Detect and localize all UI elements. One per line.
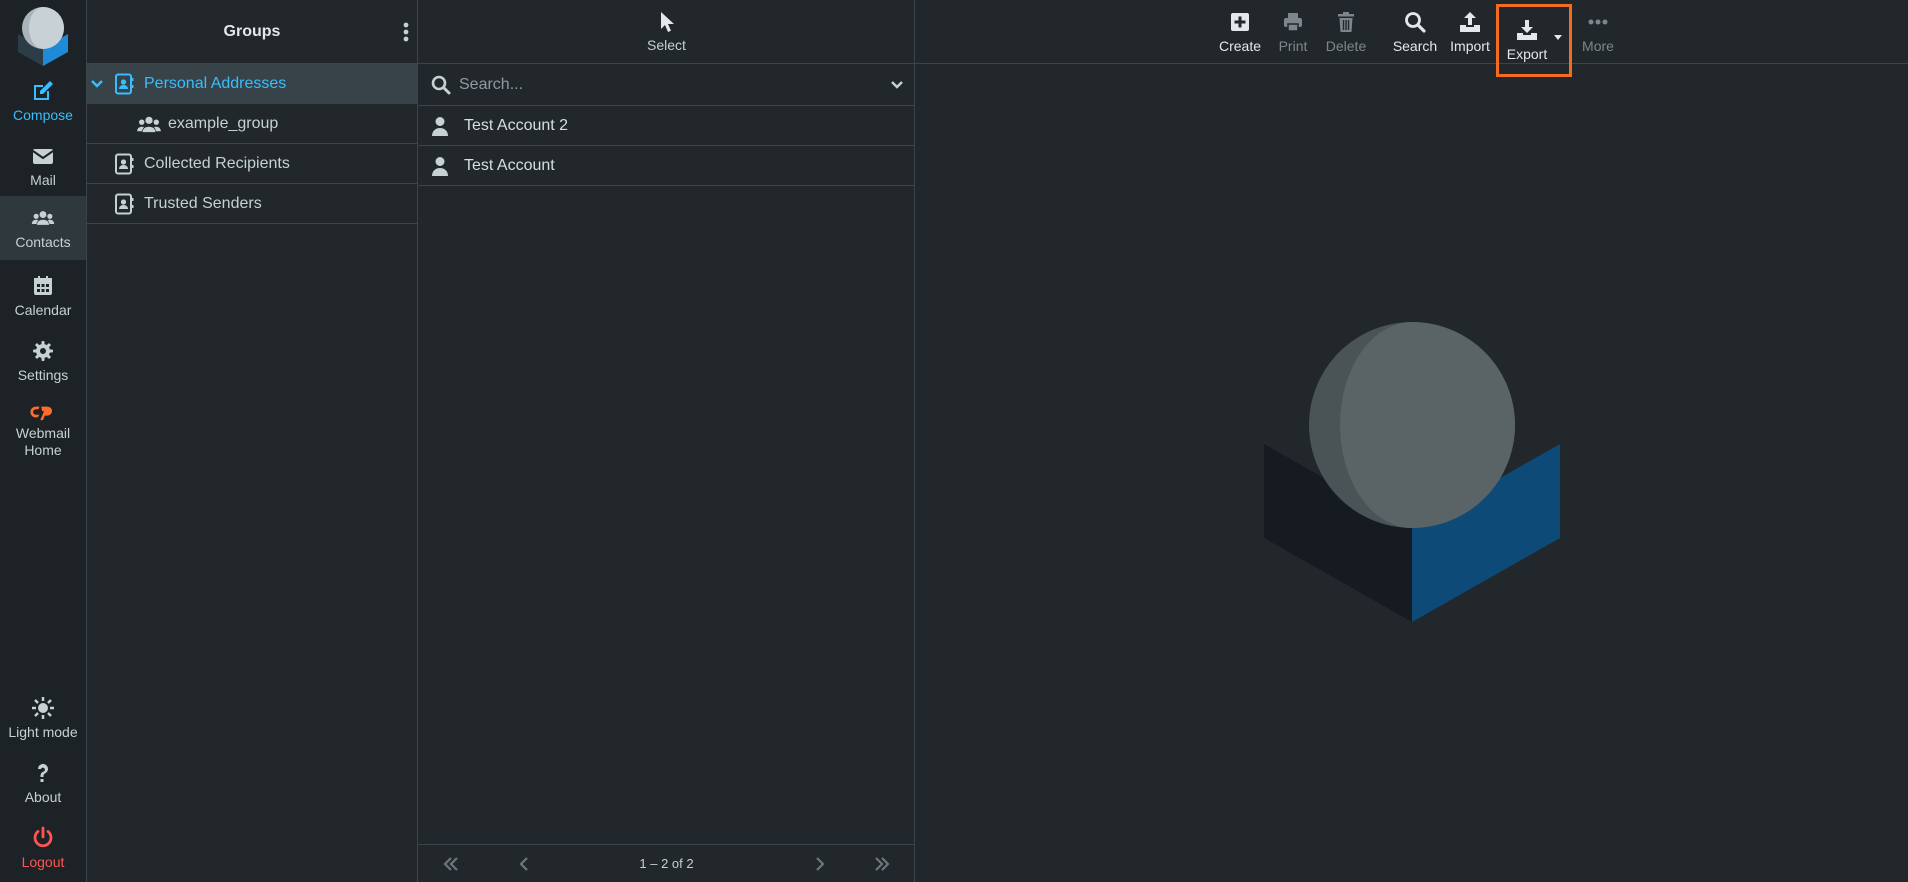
nav-light-mode[interactable]: Light mode: [0, 686, 86, 750]
search-input[interactable]: [459, 75, 889, 94]
nav-about-label: About: [24, 788, 62, 805]
select-label: Select: [647, 36, 686, 53]
person-icon: [432, 116, 448, 136]
nav-mail-label: Mail: [30, 171, 56, 188]
more-label: More: [1582, 37, 1614, 54]
address-book-icon: [115, 73, 134, 94]
prev-page-icon[interactable]: [514, 855, 534, 873]
question-icon: [37, 763, 48, 782]
nav-contacts-label: Contacts: [15, 233, 71, 250]
group-icon: [137, 116, 161, 132]
nav-contacts[interactable]: Contacts: [0, 196, 86, 260]
select-button[interactable]: Select: [418, 0, 915, 64]
nav-calendar[interactable]: Calendar: [0, 264, 86, 328]
group-label: Personal Addresses: [144, 74, 287, 92]
sun-icon: [32, 696, 54, 719]
contact-row[interactable]: Test Account: [418, 146, 915, 186]
groups-title: Groups: [223, 22, 281, 40]
power-icon: [33, 826, 53, 847]
group-collected-recipients[interactable]: Collected Recipients: [87, 144, 417, 184]
group-label: Trusted Senders: [144, 194, 262, 212]
contacts-toolbar: Create Print Delete Search Import Export…: [915, 0, 1908, 77]
search-icon: [1405, 11, 1426, 33]
nav-settings-label: Settings: [17, 366, 69, 383]
create-button[interactable]: Create: [1212, 0, 1268, 64]
search-icon: [431, 75, 451, 94]
caret-down-icon[interactable]: [1553, 33, 1563, 41]
print-label: Print: [1278, 37, 1308, 54]
group-example-group[interactable]: example_group: [87, 104, 417, 144]
import-button[interactable]: Import: [1444, 0, 1496, 64]
nav-webmail-label: Webmail Home: [15, 425, 71, 458]
roundcube-watermark: [1262, 322, 1564, 622]
upload-icon: [1460, 11, 1480, 32]
main-navigation: Compose Mail Contacts Calendar Settings …: [0, 0, 87, 882]
roundcube-logo[interactable]: [12, 4, 74, 66]
contact-content-panel: Create Print Delete Search Import Export…: [915, 0, 1908, 882]
nav-calendar-label: Calendar: [14, 301, 72, 318]
calendar-icon: [34, 275, 52, 295]
address-book-icon: [115, 153, 134, 174]
contacts-list-panel: Select Test Account 2 Test Account: [418, 0, 915, 882]
nav-webmail-home[interactable]: Webmail Home: [0, 398, 86, 464]
contact-name: Test Account 2: [464, 116, 569, 134]
plus-square-icon: [1231, 12, 1249, 31]
nav-logout-label: Logout: [21, 853, 65, 870]
group-label: Collected Recipients: [144, 154, 290, 172]
gear-icon: [33, 340, 53, 361]
nav-mail[interactable]: Mail: [0, 134, 86, 198]
next-page-icon[interactable]: [810, 855, 830, 873]
group-label: example_group: [168, 114, 279, 132]
nav-compose[interactable]: Compose: [0, 69, 86, 133]
person-icon: [432, 156, 448, 176]
ellipsis-icon: [1588, 19, 1608, 24]
delete-button[interactable]: Delete: [1318, 0, 1374, 64]
create-label: Create: [1218, 37, 1262, 54]
compose-icon: [34, 80, 53, 100]
contacts-list: Test Account 2 Test Account: [418, 106, 915, 186]
last-page-icon[interactable]: [872, 855, 892, 873]
group-personal-addresses[interactable]: Personal Addresses: [87, 64, 417, 104]
nav-about[interactable]: About: [0, 751, 86, 815]
nav-logout[interactable]: Logout: [0, 816, 86, 880]
kebab-menu-icon[interactable]: [399, 20, 413, 44]
list-pager: 1 – 2 of 2: [418, 844, 915, 882]
envelope-icon: [32, 148, 54, 164]
groups-panel: Groups Personal Addresses example_group …: [87, 0, 418, 882]
printer-icon: [1284, 12, 1302, 32]
import-label: Import: [1450, 37, 1490, 54]
chevron-down-icon[interactable]: [89, 76, 105, 92]
contact-name: Test Account: [464, 156, 555, 174]
export-button[interactable]: Export: [1496, 4, 1572, 77]
search-button[interactable]: Search: [1387, 0, 1443, 64]
download-icon: [1517, 20, 1537, 40]
nav-light-mode-label: Light mode: [8, 723, 78, 740]
delete-label: Delete: [1325, 37, 1367, 54]
nav-compose-label: Compose: [13, 106, 73, 123]
group-trusted-senders[interactable]: Trusted Senders: [87, 184, 417, 224]
cpanel-icon: [30, 406, 52, 421]
contact-row[interactable]: Test Account 2: [418, 106, 915, 146]
chevron-down-icon[interactable]: [889, 77, 905, 93]
export-label: Export: [1506, 46, 1548, 62]
cursor-pointer-icon: [660, 11, 674, 32]
contacts-search-bar: [418, 64, 915, 106]
users-icon: [31, 210, 55, 225]
trash-icon: [1338, 11, 1354, 32]
print-button[interactable]: Print: [1268, 0, 1318, 64]
pager-count: 1 – 2 of 2: [639, 856, 694, 871]
nav-settings[interactable]: Settings: [0, 329, 86, 393]
more-button[interactable]: More: [1575, 0, 1621, 64]
search-label: Search: [1392, 37, 1438, 54]
address-book-icon: [115, 193, 134, 214]
groups-header: Groups: [87, 0, 417, 64]
first-page-icon[interactable]: [441, 855, 461, 873]
